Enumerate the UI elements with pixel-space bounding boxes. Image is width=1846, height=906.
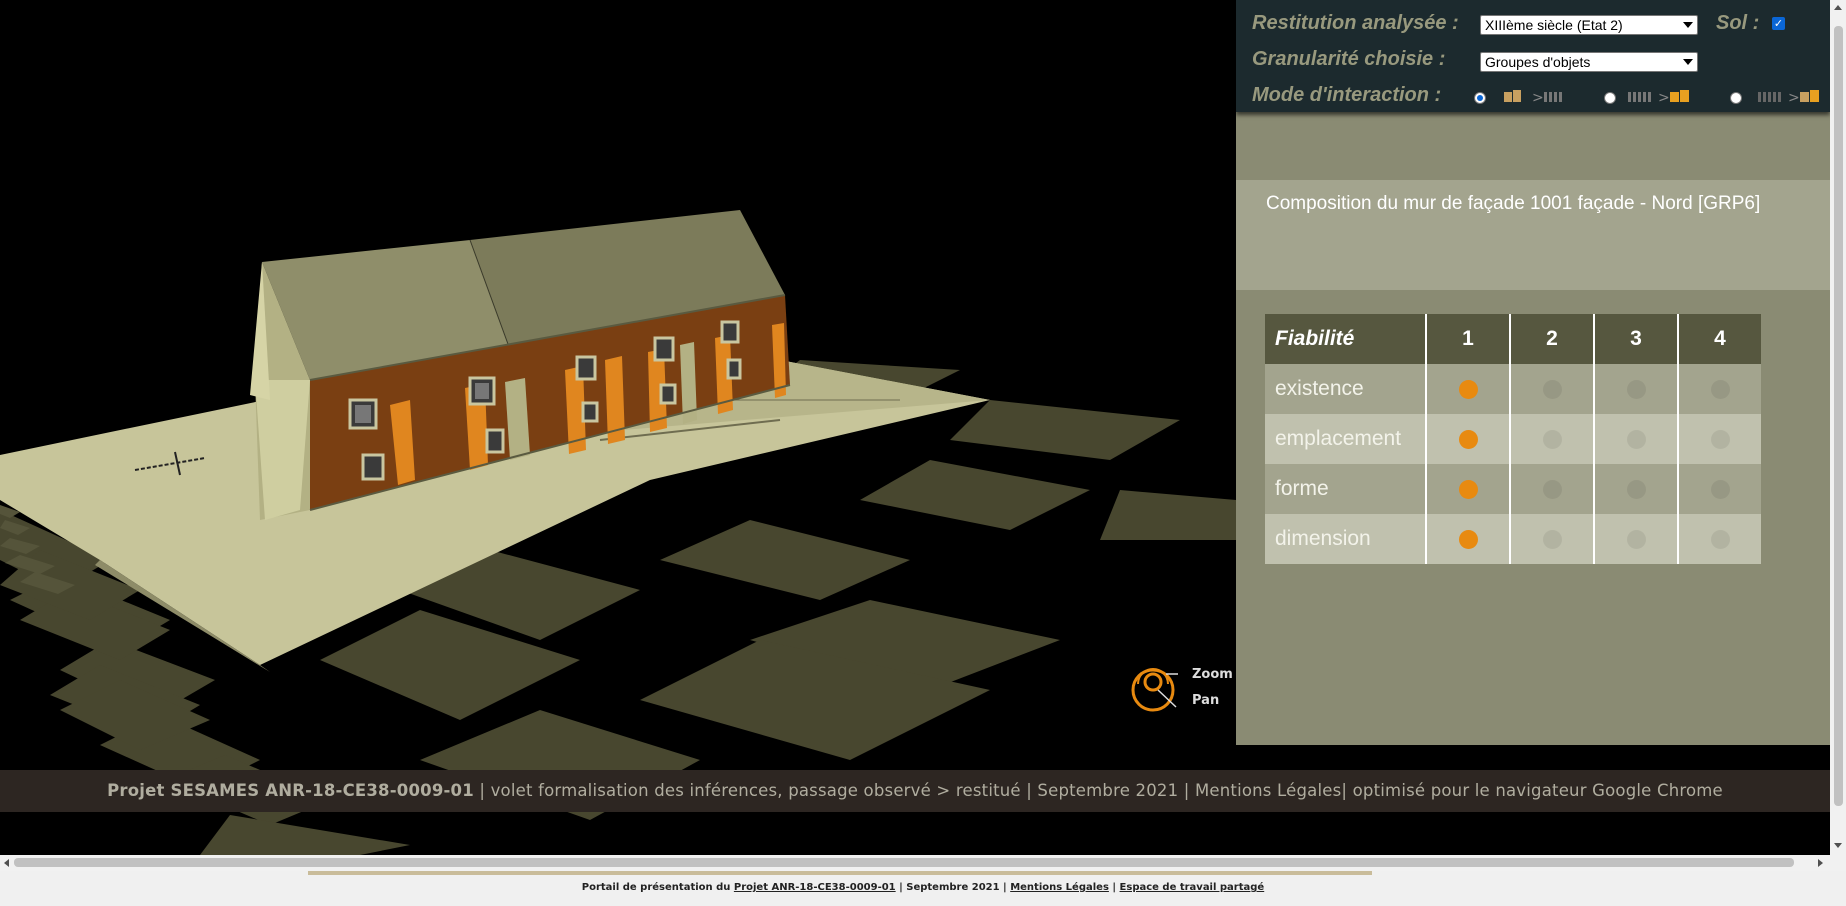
reliability-dot xyxy=(1542,379,1562,399)
reliability-dot xyxy=(1458,429,1478,449)
reliability-dot xyxy=(1626,429,1646,449)
mode-radio-3[interactable] xyxy=(1730,92,1742,104)
reliability-cell xyxy=(1511,414,1595,464)
svg-text:>: > xyxy=(1788,90,1800,106)
legal-link[interactable]: Mentions Légales xyxy=(1010,882,1109,893)
reliability-cell xyxy=(1427,514,1511,564)
restitution-label: Restitution analysée : xyxy=(1252,12,1459,34)
sol-checkbox[interactable]: ✓ xyxy=(1772,17,1785,30)
scroll-left-icon[interactable] xyxy=(4,859,9,867)
reliability-row-label: dimension xyxy=(1265,514,1427,564)
selection-title: Composition du mur de façade 1001 façade… xyxy=(1266,193,1761,214)
zoom-label[interactable]: Zoom xyxy=(1192,667,1233,682)
reliability-cell xyxy=(1427,414,1511,464)
zoom-pan-navigator[interactable]: Zoom Pan xyxy=(1128,660,1238,720)
portal-footer: Portail de présentation du Projet ANR-18… xyxy=(0,875,1846,906)
reliability-row: emplacement xyxy=(1265,414,1761,464)
reliability-dot xyxy=(1710,529,1730,549)
reliability-header-label: Fiabilité xyxy=(1265,314,1427,364)
chevron-down-icon xyxy=(1683,22,1693,28)
reliability-cell xyxy=(1595,364,1679,414)
workspace-link[interactable]: Espace de travail partagé xyxy=(1120,882,1265,893)
zoom-pan-icon xyxy=(1131,668,1178,712)
reliability-cell xyxy=(1595,514,1679,564)
horizontal-scrollbar[interactable] xyxy=(0,855,1846,871)
reliability-row: forme xyxy=(1265,464,1761,514)
reliability-dot xyxy=(1626,529,1646,549)
granularite-selected-value: Groupes d'objets xyxy=(1485,54,1591,70)
svg-text:>: > xyxy=(1532,90,1544,106)
mode-label: Mode d'interaction : xyxy=(1252,84,1442,106)
vertical-scroll-thumb[interactable] xyxy=(1834,26,1843,806)
reliability-row-label: emplacement xyxy=(1265,414,1427,464)
mode-3-icon: > xyxy=(1758,90,1819,106)
chevron-down-icon xyxy=(1683,59,1693,65)
portal-sep: | xyxy=(1108,882,1120,893)
sol-label: Sol : xyxy=(1716,12,1760,34)
pan-label[interactable]: Pan xyxy=(1192,693,1219,708)
reliability-dot xyxy=(1542,429,1562,449)
reliability-dot xyxy=(1458,529,1478,549)
reliability-header-row: Fiabilité 1 2 3 4 xyxy=(1265,314,1761,364)
scroll-down-icon[interactable] xyxy=(1834,843,1842,848)
reliability-cell xyxy=(1511,464,1595,514)
reliability-table: Fiabilité 1 2 3 4 existence emplacement fo… xyxy=(1265,314,1761,564)
reliability-row-label: existence xyxy=(1265,364,1427,414)
restitution-select[interactable]: XIIIème siècle (Etat 2) xyxy=(1480,15,1698,35)
footer-project: Projet SESAMES ANR-18-CE38-0009-01 xyxy=(107,781,474,800)
reliability-dot xyxy=(1626,479,1646,499)
reliability-row-label: forme xyxy=(1265,464,1427,514)
portal-middle: | Septembre 2021 | xyxy=(895,882,1011,893)
reliability-cell xyxy=(1679,364,1761,414)
reliability-dot xyxy=(1542,479,1562,499)
portal-prefix: Portail de présentation du xyxy=(581,882,734,893)
reliability-cell xyxy=(1679,464,1761,514)
reliability-col-2: 2 xyxy=(1511,314,1595,364)
svg-text:>: > xyxy=(1658,90,1670,106)
mode-radio-2[interactable] xyxy=(1604,92,1616,104)
reliability-cell xyxy=(1595,414,1679,464)
reliability-cell xyxy=(1679,514,1761,564)
controls-bar: Restitution analysée : XIIIème siècle (E… xyxy=(1236,0,1830,112)
reliability-dot xyxy=(1626,379,1646,399)
reliability-dot xyxy=(1458,379,1478,399)
reliability-cell xyxy=(1511,514,1595,564)
reliability-row: dimension xyxy=(1265,514,1761,564)
reliability-dot xyxy=(1542,529,1562,549)
reliability-cell xyxy=(1679,414,1761,464)
horizontal-scroll-thumb[interactable] xyxy=(14,858,1794,867)
granularite-label: Granularité choisie : xyxy=(1252,48,1446,70)
footer-text[interactable]: | volet formalisation des inférences, pa… xyxy=(474,781,1723,800)
selection-info-box: Composition du mur de façade 1001 façade… xyxy=(1236,180,1830,290)
reliability-cell xyxy=(1511,364,1595,414)
vertical-scrollbar[interactable] xyxy=(1830,0,1846,855)
reliability-col-4: 4 xyxy=(1679,314,1761,364)
mode-2-icon: > xyxy=(1628,90,1689,106)
reliability-dot xyxy=(1710,379,1730,399)
granularite-select[interactable]: Groupes d'objets xyxy=(1480,52,1698,72)
project-link[interactable]: Projet ANR-18-CE38-0009-01 xyxy=(734,882,896,893)
reliability-cell xyxy=(1427,364,1511,414)
reliability-col-1: 1 xyxy=(1427,314,1511,364)
reliability-dot xyxy=(1710,479,1730,499)
mode-radio-1[interactable] xyxy=(1474,92,1486,104)
page-footer: Projet SESAMES ANR-18-CE38-0009-01 | vol… xyxy=(0,770,1830,812)
scroll-right-icon[interactable] xyxy=(1818,859,1823,867)
reliability-dot xyxy=(1458,479,1478,499)
mode-1-icon: > xyxy=(1504,90,1562,106)
reliability-cell xyxy=(1427,464,1511,514)
reliability-dot xyxy=(1710,429,1730,449)
reliability-col-3: 3 xyxy=(1595,314,1679,364)
reliability-cell xyxy=(1595,464,1679,514)
reliability-row: existence xyxy=(1265,364,1761,414)
scroll-up-icon[interactable] xyxy=(1834,5,1842,10)
restitution-selected-value: XIIIème siècle (Etat 2) xyxy=(1485,17,1623,33)
